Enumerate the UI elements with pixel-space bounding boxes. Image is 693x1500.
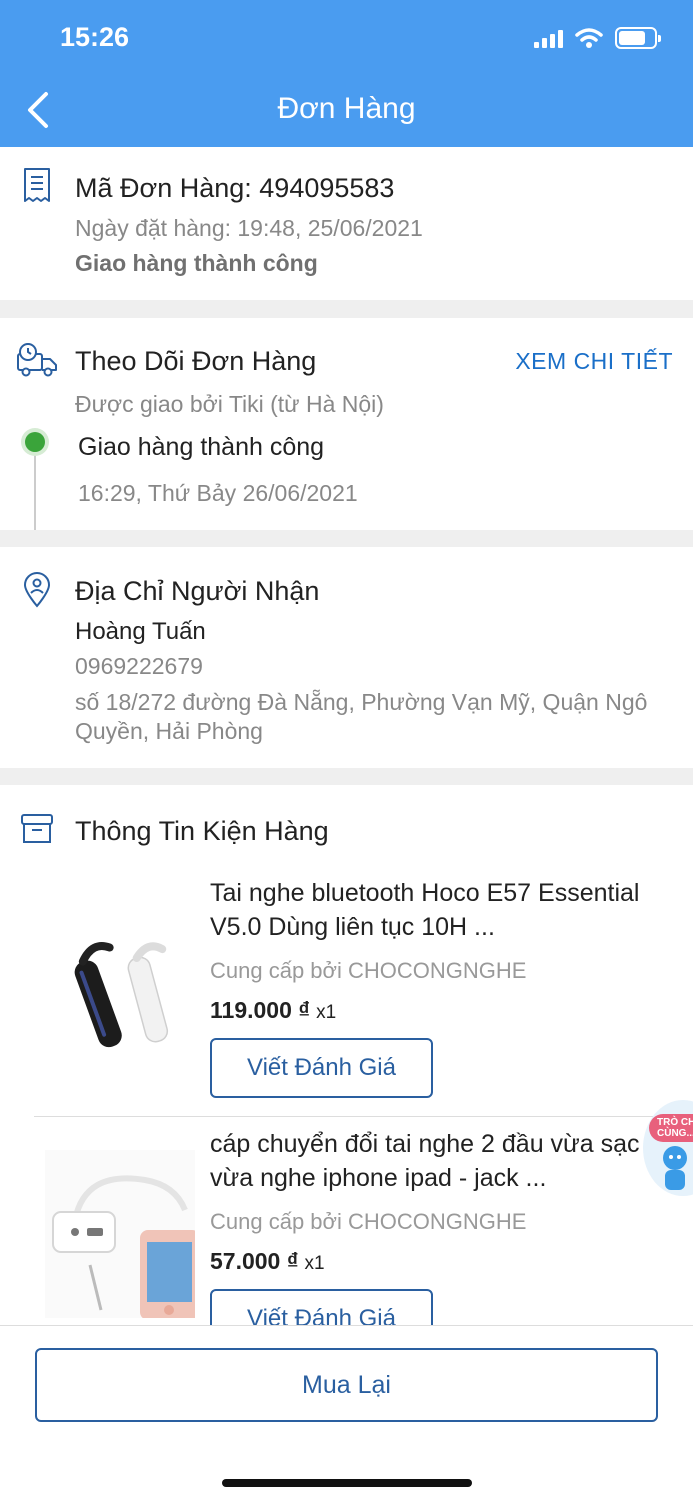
app-header: 15:26 Đơn Hàng bbox=[0, 0, 693, 147]
order-date: Ngày đặt hàng: 19:48, 25/06/2021 bbox=[75, 215, 423, 241]
home-indicator[interactable] bbox=[222, 1479, 472, 1487]
carrier-info: Được giao bởi Tiki (từ Hà Nội) bbox=[75, 391, 384, 417]
product-price-value: 57.000 ₫ bbox=[210, 1248, 299, 1274]
view-detail-link[interactable]: XEM CHI TIẾT bbox=[515, 348, 673, 375]
status-icons bbox=[534, 27, 661, 49]
location-pin-icon bbox=[23, 572, 51, 608]
floating-widget-badge: TRÒ CH... CÙNG... bbox=[649, 1114, 693, 1142]
status-time: 15:26 bbox=[60, 22, 130, 52]
product-price-value: 119.000 ₫ bbox=[210, 997, 311, 1023]
timeline-line bbox=[34, 455, 36, 530]
product-qty: x1 bbox=[316, 1002, 337, 1023]
product-qty: x1 bbox=[304, 1253, 325, 1274]
receipt-icon bbox=[24, 168, 50, 202]
product-seller: Cung cấp bởi CHOCONGNGHE bbox=[210, 958, 527, 983]
product-seller: Cung cấp bởi CHOCONGNGHE bbox=[210, 1209, 527, 1234]
buy-again-button[interactable]: Mua Lại bbox=[35, 1348, 658, 1422]
package-box-icon bbox=[21, 814, 53, 843]
write-review-button[interactable]: Viết Đánh Giá bbox=[210, 1038, 433, 1098]
product-image-bluetooth-headset[interactable] bbox=[45, 920, 195, 1070]
recipient-phone: 0969222679 bbox=[75, 653, 203, 679]
recipient-title: Địa Chỉ Người Nhận bbox=[75, 576, 320, 606]
product-price: 119.000 ₫ x1 bbox=[210, 997, 336, 1024]
order-status: Giao hàng thành công bbox=[75, 250, 318, 276]
tracking-title: Theo Dõi Đơn Hàng bbox=[75, 346, 317, 376]
delivery-truck-icon bbox=[17, 343, 57, 377]
wifi-icon bbox=[575, 28, 603, 48]
product-name[interactable]: cáp chuyển đổi tai nghe 2 đầu vừa sạc vừ… bbox=[210, 1127, 650, 1195]
package-title: Thông Tin Kiện Hàng bbox=[75, 816, 329, 846]
page-title: Đơn Hàng bbox=[277, 92, 416, 125]
product-name[interactable]: Tai nghe bluetooth Hoco E57 Essential V5… bbox=[210, 876, 650, 944]
battery-icon bbox=[615, 27, 661, 49]
recipient-name: Hoàng Tuấn bbox=[75, 618, 206, 645]
product-price: 57.000 ₫ x1 bbox=[210, 1248, 325, 1275]
cellular-signal-icon bbox=[534, 28, 563, 48]
bottom-action-bar: Mua Lại bbox=[0, 1325, 693, 1500]
order-summary-card: Mã Đơn Hàng: 494095583 Ngày đặt hàng: 19… bbox=[0, 147, 693, 300]
tracking-event-time: 16:29, Thứ Bảy 26/06/2021 bbox=[78, 480, 358, 506]
product-image-audio-adapter[interactable] bbox=[45, 1150, 195, 1318]
recipient-address: số 18/272 đường Đà Nẵng, Phường Vạn Mỹ, … bbox=[75, 689, 648, 744]
timeline-status-dot bbox=[21, 428, 49, 456]
tracking-event-status: Giao hàng thành công bbox=[78, 433, 325, 461]
product-divider bbox=[34, 1116, 693, 1117]
order-code: Mã Đơn Hàng: 494095583 bbox=[75, 173, 395, 203]
mascot-icon bbox=[663, 1146, 687, 1190]
